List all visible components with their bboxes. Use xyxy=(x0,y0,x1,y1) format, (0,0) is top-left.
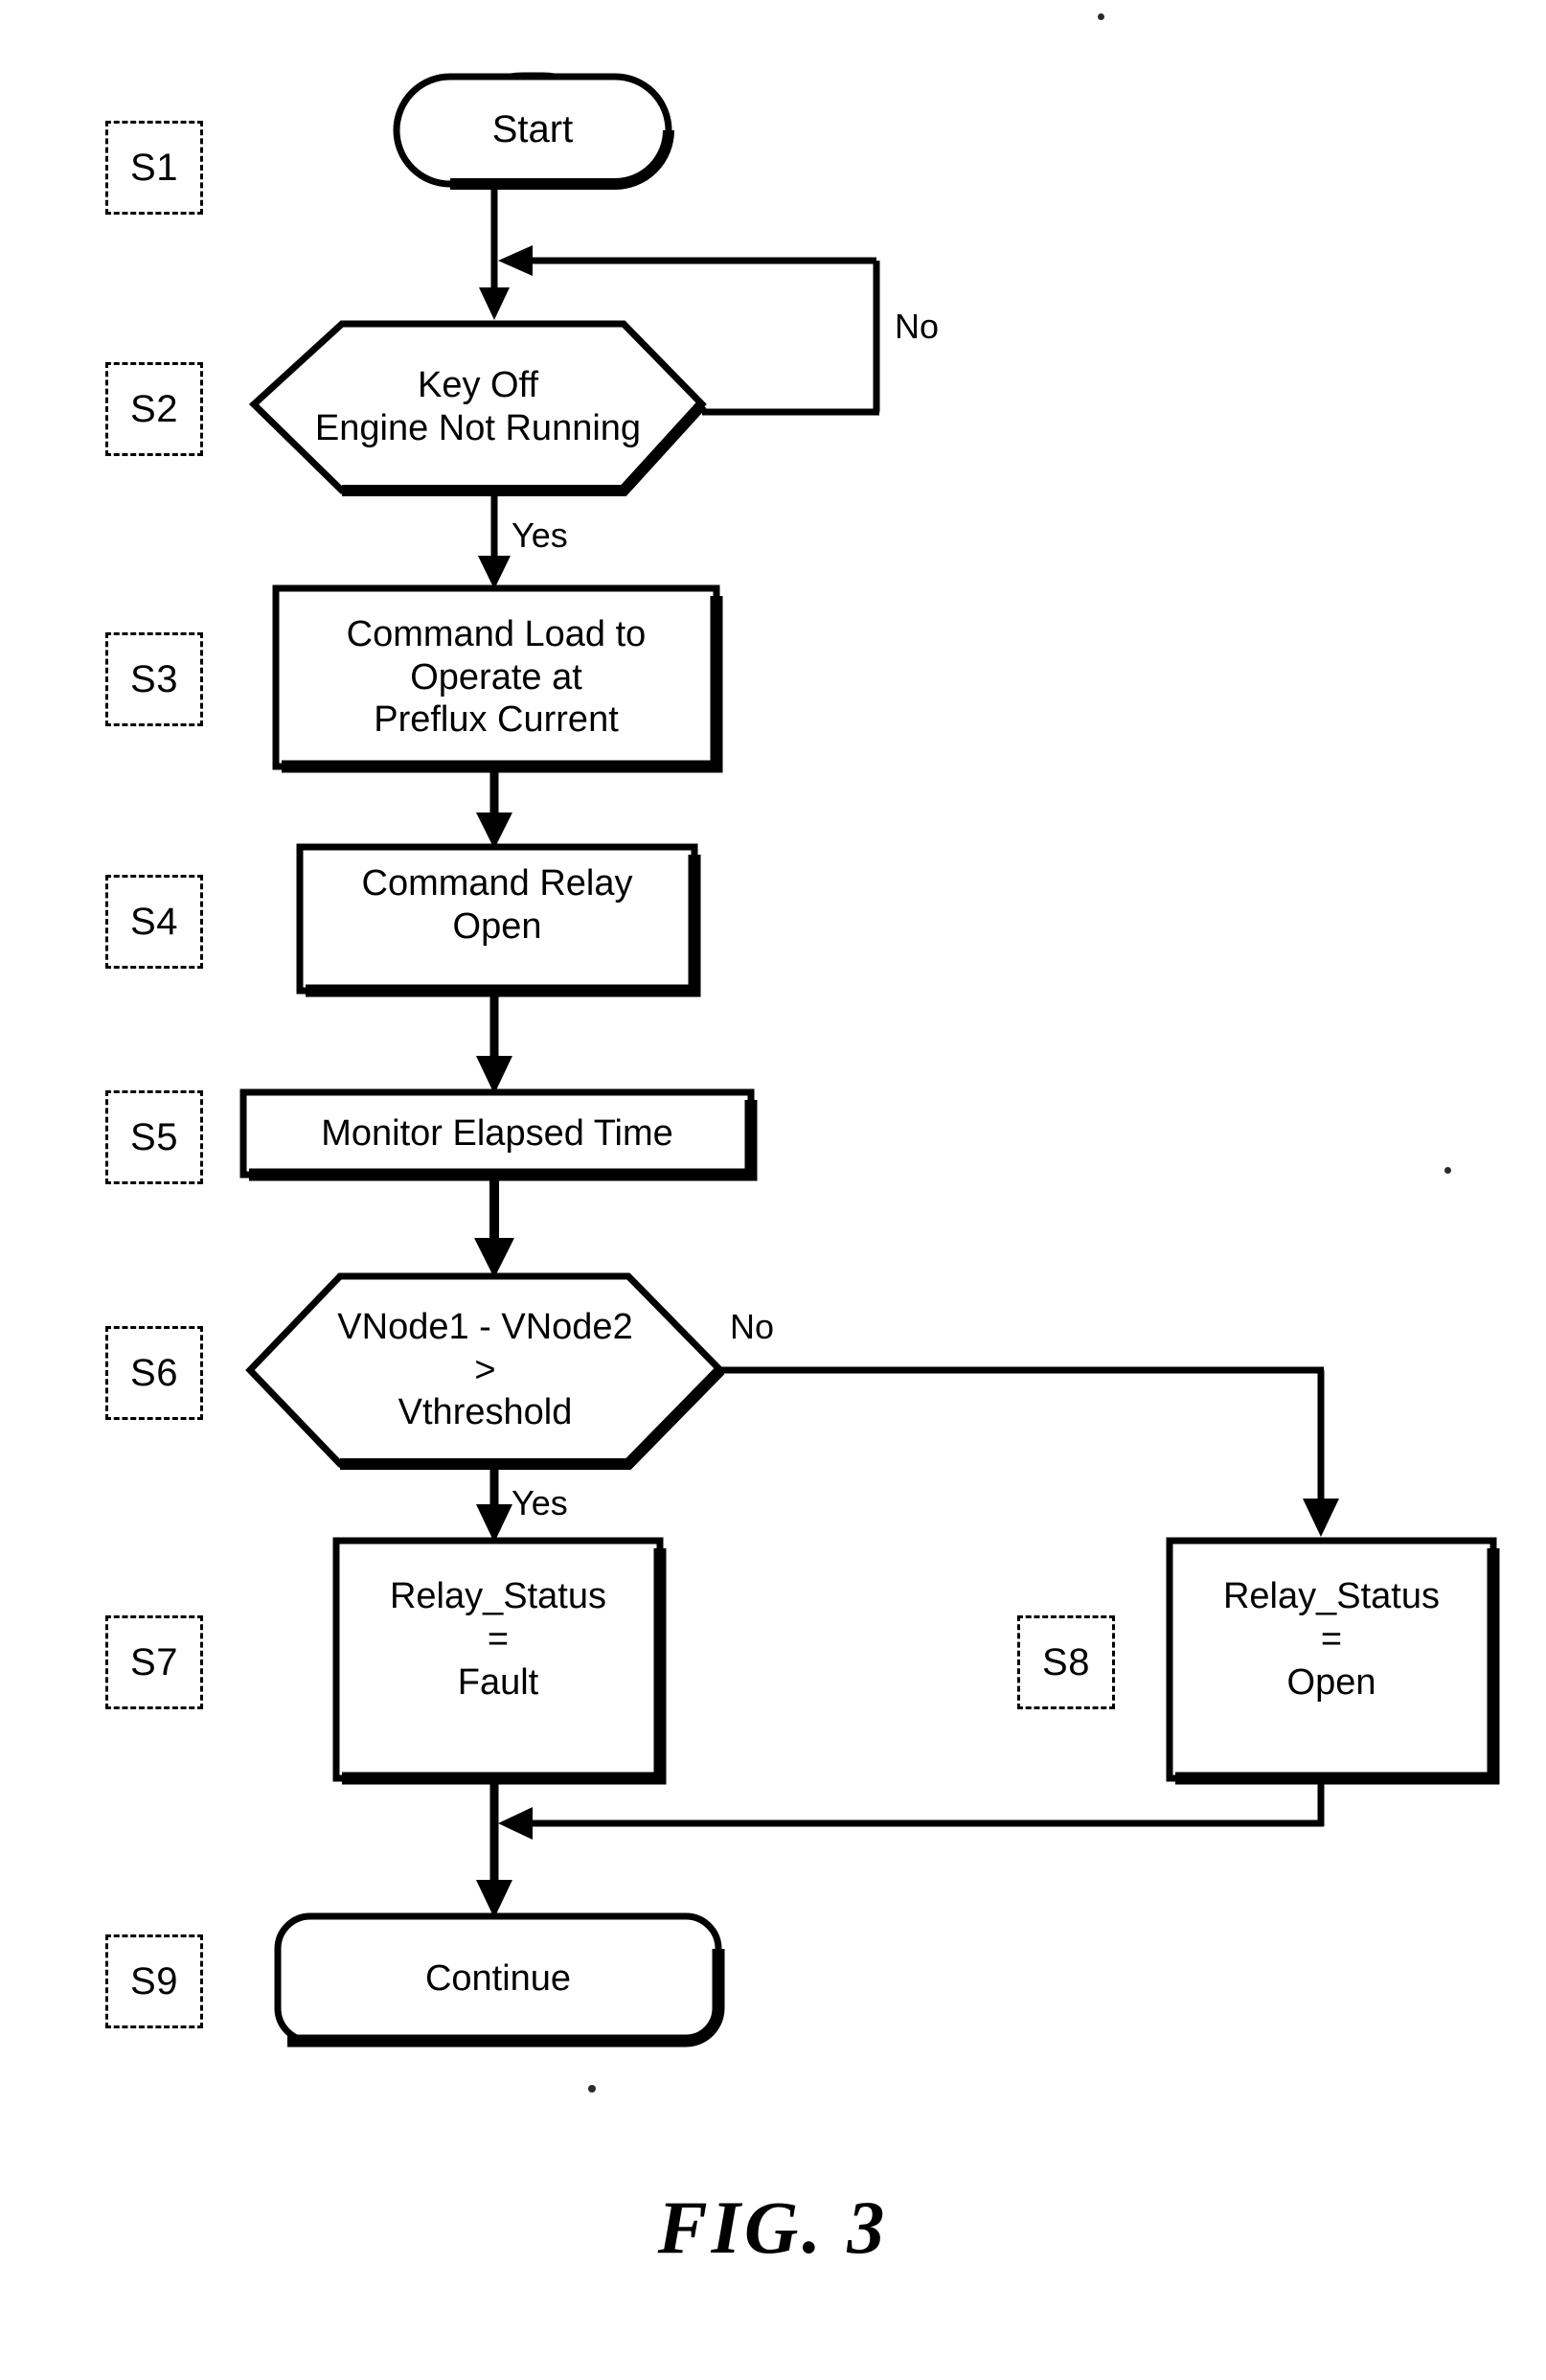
branch-label-s2-yes: Yes xyxy=(512,515,568,555)
scan-speck-top xyxy=(1098,13,1104,20)
node-s8-process-shape xyxy=(1166,1537,1500,1785)
branch-label-s2-no: No xyxy=(895,307,940,346)
connector-s3-to-s4 xyxy=(476,767,512,849)
node-s1-start-shape xyxy=(393,72,674,190)
step-tag-s6: S6 xyxy=(105,1326,203,1420)
node-s6-decision-shape xyxy=(245,1272,725,1470)
connector-s6-yes-to-s7 xyxy=(476,1464,512,1543)
branch-label-s6-no: No xyxy=(730,1307,775,1346)
figure-caption: FIG. 3 xyxy=(657,2185,889,2269)
connector-s2-yes-to-s3 xyxy=(478,491,511,589)
connector-s5-to-s6 xyxy=(474,1175,514,1278)
figure-page: S1 S2 S3 S4 S5 S6 S7 S8 S9 Start Key Off… xyxy=(0,0,1546,2380)
node-s7-process-shape xyxy=(332,1537,667,1785)
connector-s1-to-s2 xyxy=(479,184,510,320)
node-s5-process-shape xyxy=(239,1088,758,1181)
connector-s4-to-s5 xyxy=(476,991,512,1094)
step-tag-s1: S1 xyxy=(105,121,203,215)
node-s4-process-shape xyxy=(296,843,701,997)
flowchart-canvas xyxy=(239,72,1500,2048)
step-tag-s5: S5 xyxy=(105,1090,203,1184)
step-tag-s3: S3 xyxy=(105,632,203,726)
step-tag-s4: S4 xyxy=(105,875,203,969)
connector-s6-no-to-s8 xyxy=(720,1366,1339,1537)
step-tag-s2: S2 xyxy=(105,362,203,456)
step-tag-s8: S8 xyxy=(1017,1615,1115,1709)
node-s3-process-shape xyxy=(272,584,723,773)
scan-speck-bottom xyxy=(588,2085,596,2093)
node-s9-terminator-shape xyxy=(274,1912,725,2048)
connector-s8-to-merge xyxy=(498,1778,1325,1840)
node-s2-decision-shape xyxy=(248,320,707,496)
branch-label-s6-yes: Yes xyxy=(512,1483,568,1522)
connector-s7-to-s9 xyxy=(476,1778,512,1918)
scan-speck-right xyxy=(1444,1167,1451,1174)
step-tag-s7: S7 xyxy=(105,1615,203,1709)
step-tag-s9: S9 xyxy=(105,1934,203,2028)
